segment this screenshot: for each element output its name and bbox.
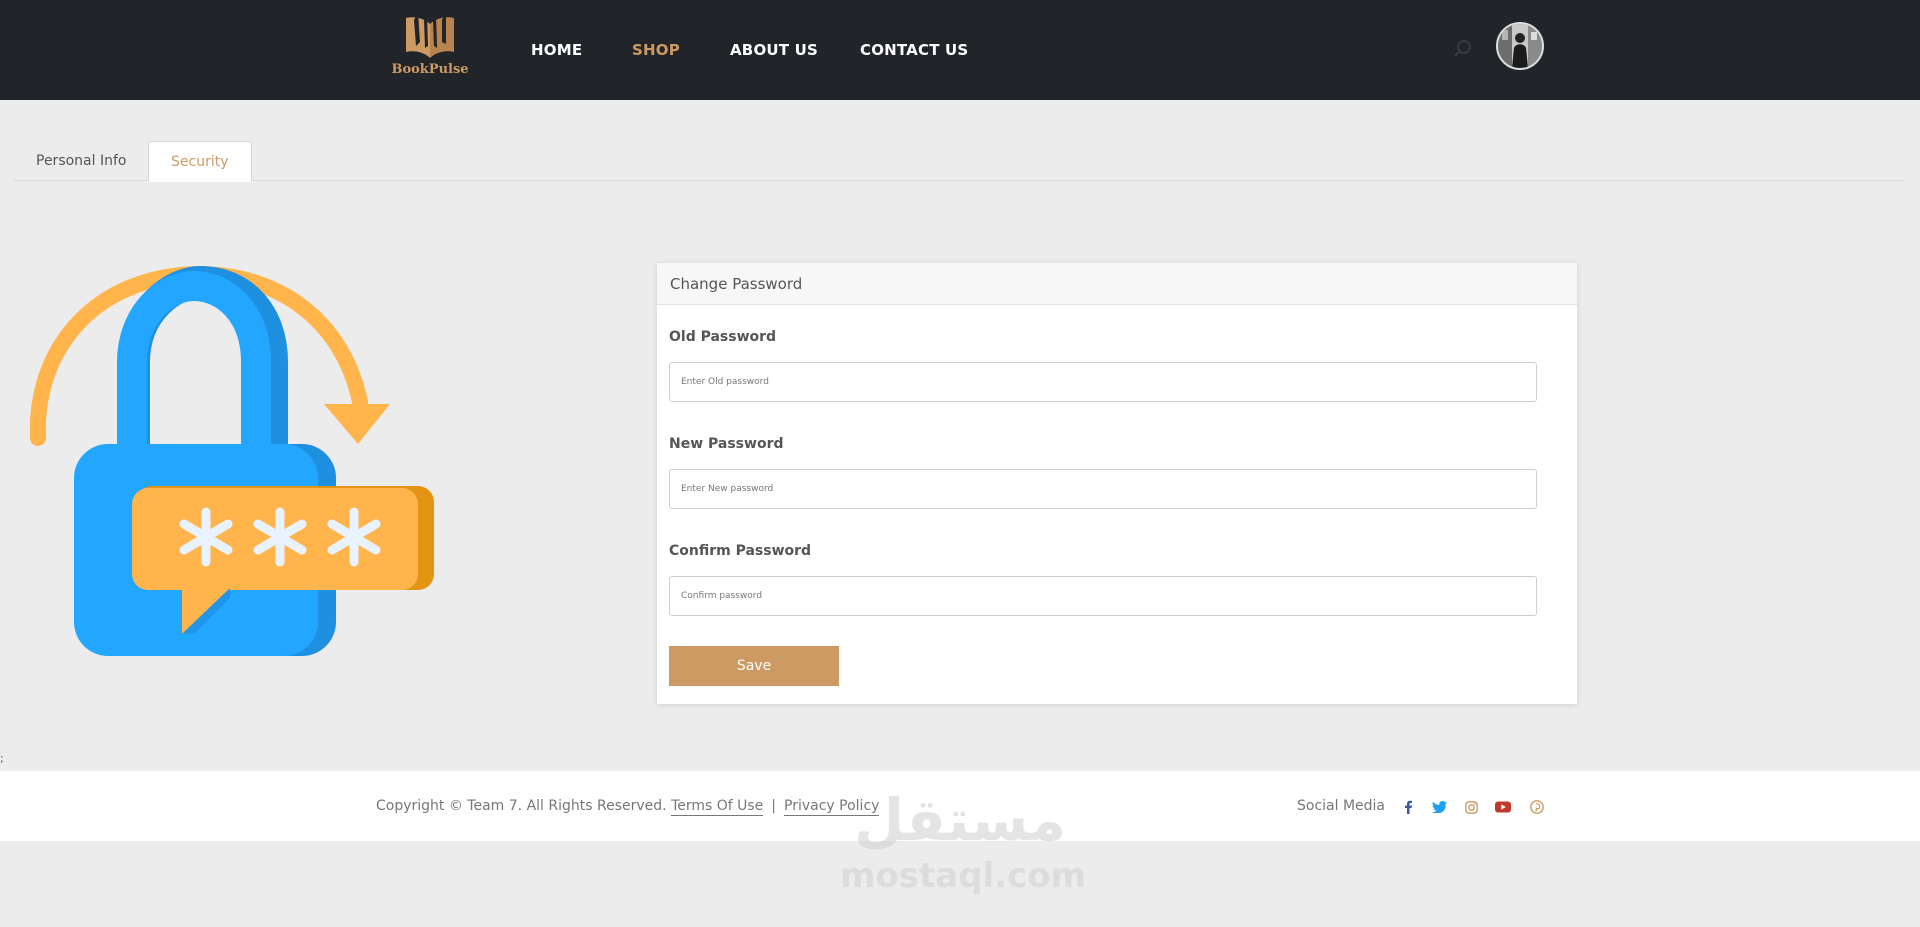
nav-home-link[interactable]: HOME <box>531 41 582 59</box>
tab-personal-info[interactable]: Personal Info <box>14 141 148 181</box>
user-avatar[interactable] <box>1496 22 1544 70</box>
confirm-password-label: Confirm Password <box>669 543 812 559</box>
new-password-field[interactable] <box>669 469 1537 509</box>
stray-text: ; <box>0 752 4 765</box>
save-button[interactable]: Save <box>669 646 839 686</box>
watermark-latin: mostaql.com <box>840 856 1087 896</box>
social-media-label: Social Media <box>1297 798 1386 814</box>
brand-name: BookPulse <box>391 62 469 77</box>
facebook-icon[interactable] <box>1400 799 1416 815</box>
change-password-card: Change Password Old Password New Passwor… <box>657 263 1577 704</box>
terms-link[interactable]: Terms Of Use <box>671 798 764 816</box>
old-password-label: Old Password <box>669 329 777 345</box>
password-reset-illustration <box>24 262 434 662</box>
instagram-icon[interactable] <box>1463 799 1479 815</box>
bookpulse-logo[interactable]: BookPulse <box>390 12 470 82</box>
tab-security[interactable]: Security <box>148 141 252 182</box>
search-icon[interactable] <box>1453 39 1473 59</box>
avatar-photo-icon <box>1498 24 1542 68</box>
nav-contact-link[interactable]: CONTACT US <box>860 41 968 59</box>
new-password-label: New Password <box>669 436 784 452</box>
password-reset-lock-icon <box>29 265 434 656</box>
mostaql-watermark: مستقل mostaql.com <box>840 786 1087 915</box>
card-title: Change Password <box>657 263 1577 305</box>
profile-tabs: Personal Info Security <box>14 141 1904 182</box>
copyright-text: Copyright © Team 7. All Rights Reserved. <box>376 798 667 814</box>
nav-about-link[interactable]: ABOUT US <box>730 41 818 59</box>
footer-separator: | <box>771 798 777 814</box>
twitter-icon[interactable] <box>1431 799 1447 815</box>
copyright-line: Copyright © Team 7. All Rights Reserved.… <box>376 798 880 816</box>
confirm-password-field[interactable] <box>669 576 1537 616</box>
pinterest-icon[interactable] <box>1529 799 1545 815</box>
book-logo-icon <box>406 12 454 58</box>
old-password-field[interactable] <box>669 362 1537 402</box>
watermark-arabic: مستقل <box>853 786 1067 854</box>
nav-shop-link[interactable]: SHOP <box>632 41 680 59</box>
top-navbar: BookPulse HOME SHOP ABOUT US CONTACT US <box>0 0 1920 100</box>
youtube-icon[interactable] <box>1495 799 1511 815</box>
